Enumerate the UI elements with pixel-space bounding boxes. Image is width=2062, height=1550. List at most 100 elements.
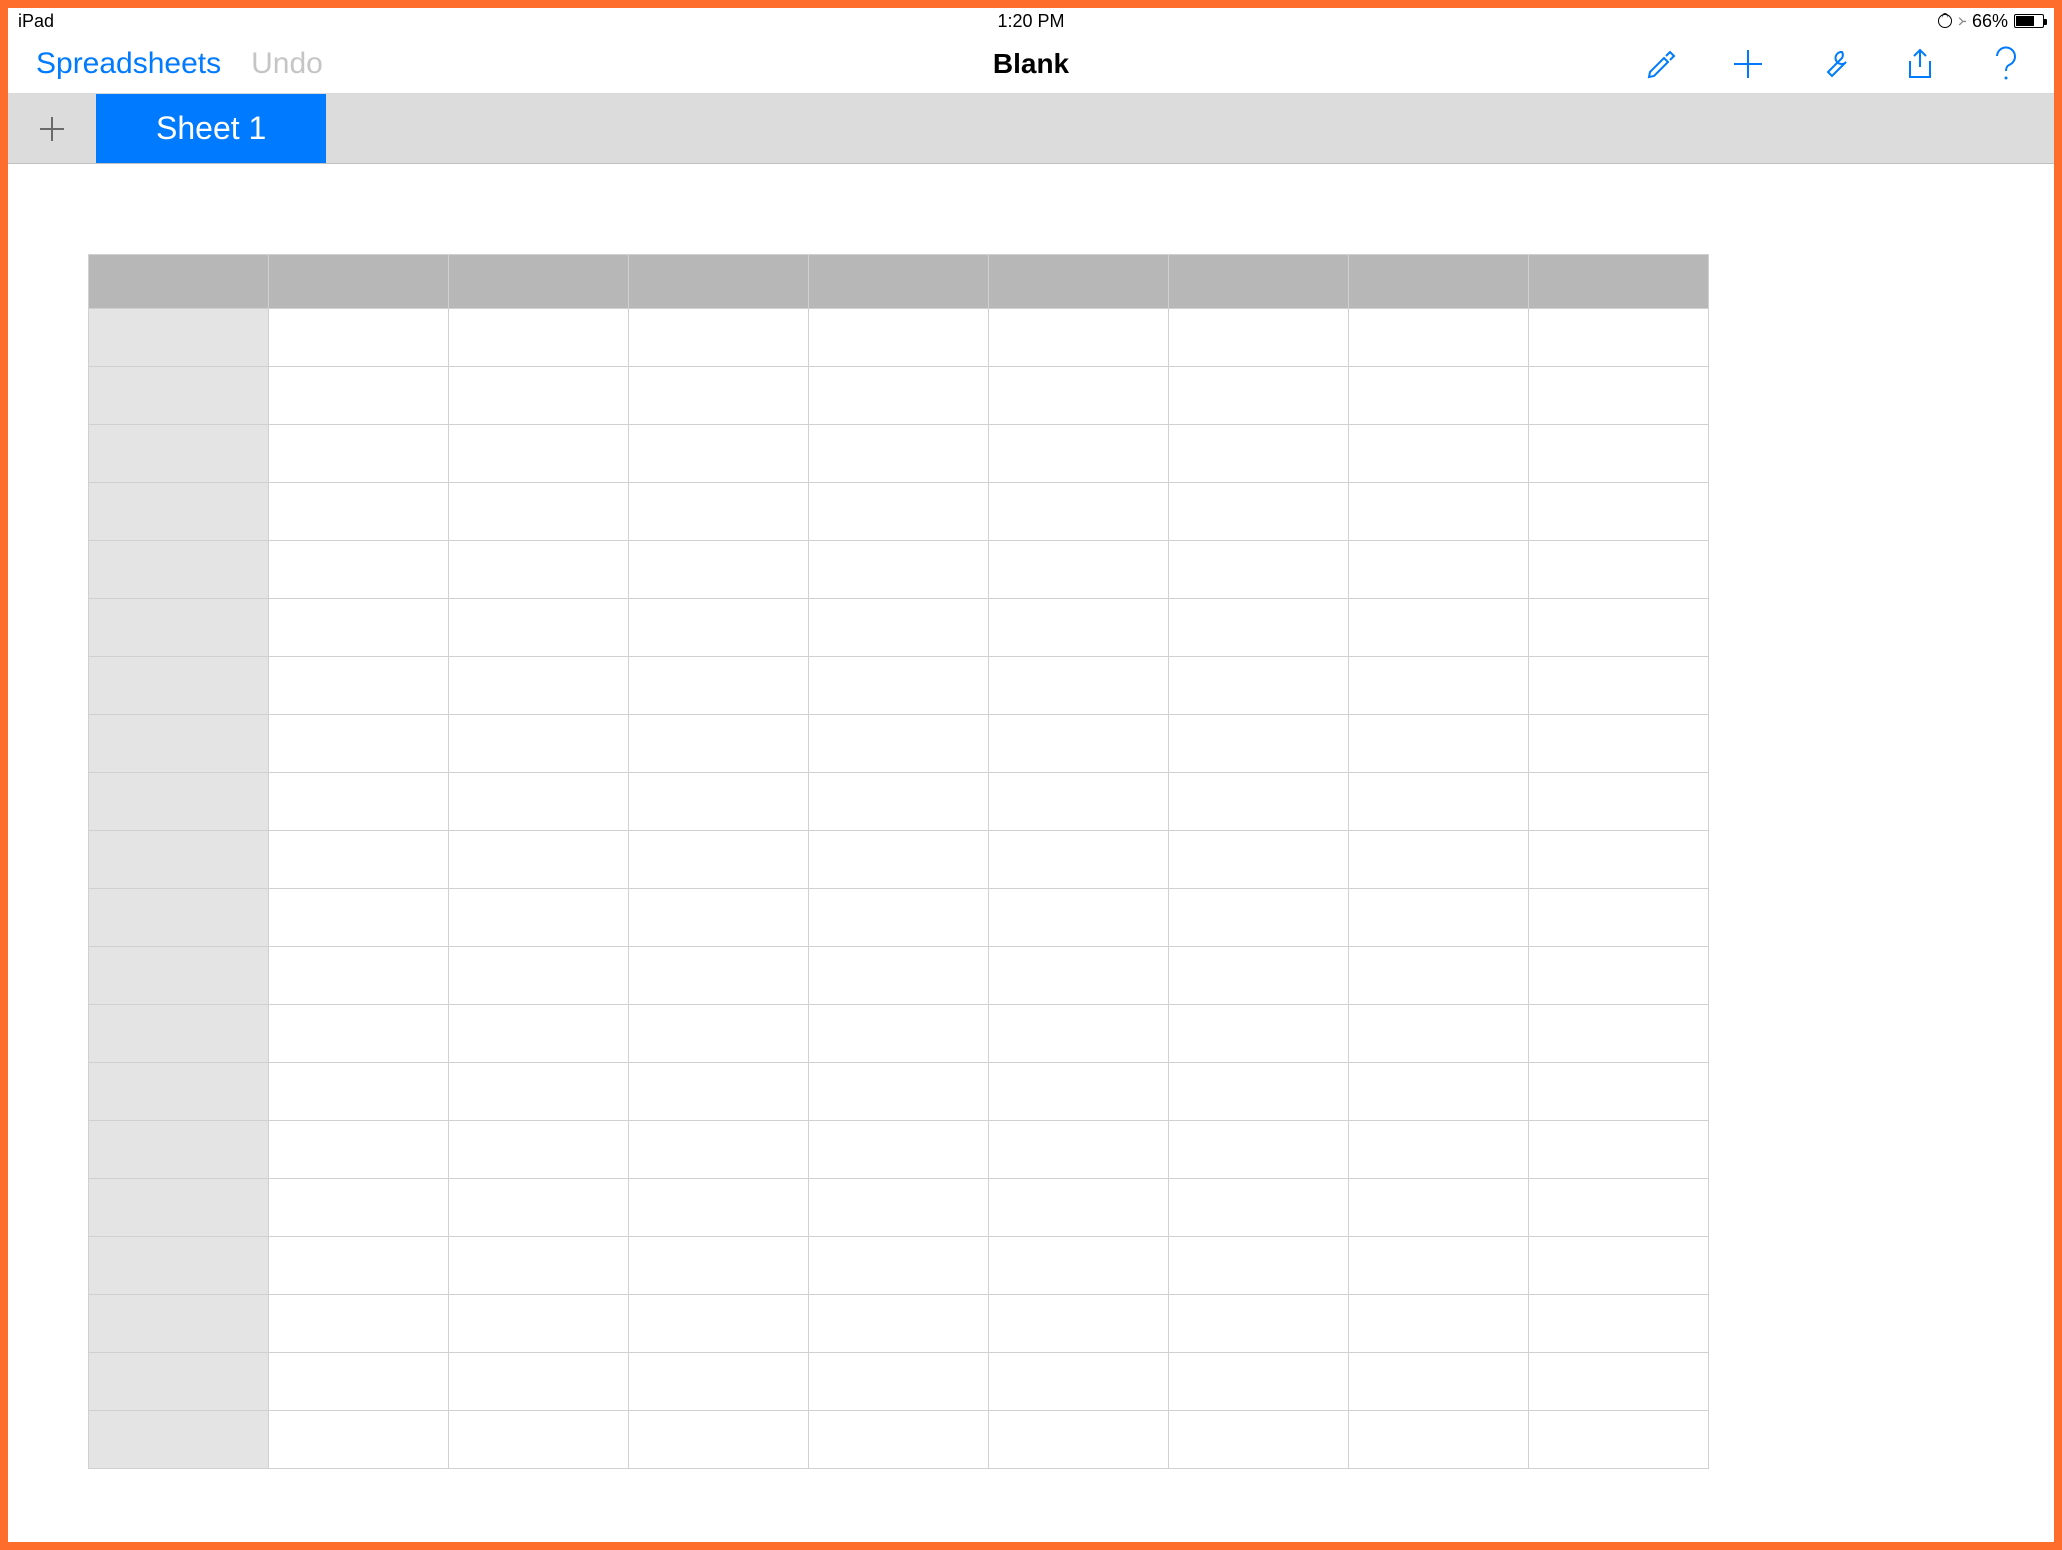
cell[interactable]: [809, 1005, 989, 1063]
cell[interactable]: [989, 889, 1169, 947]
cell[interactable]: [449, 657, 629, 715]
cell[interactable]: [629, 1121, 809, 1179]
cell[interactable]: [1349, 483, 1529, 541]
cell[interactable]: [1349, 541, 1529, 599]
cell[interactable]: [809, 773, 989, 831]
cell[interactable]: [1169, 947, 1349, 1005]
row-header[interactable]: [89, 1005, 269, 1063]
column-header[interactable]: [989, 255, 1169, 309]
cell[interactable]: [1529, 947, 1709, 1005]
cell[interactable]: [269, 773, 449, 831]
cell[interactable]: [629, 1005, 809, 1063]
spreadsheet-grid[interactable]: [88, 254, 1709, 1469]
cell[interactable]: [809, 1063, 989, 1121]
cell[interactable]: [1529, 1295, 1709, 1353]
cell[interactable]: [809, 1411, 989, 1469]
cell[interactable]: [989, 947, 1169, 1005]
cell[interactable]: [1349, 773, 1529, 831]
cell[interactable]: [449, 1121, 629, 1179]
cell[interactable]: [989, 657, 1169, 715]
cell[interactable]: [1169, 1411, 1349, 1469]
cell[interactable]: [809, 541, 989, 599]
cell[interactable]: [629, 483, 809, 541]
cell[interactable]: [629, 541, 809, 599]
cell[interactable]: [989, 1237, 1169, 1295]
cell[interactable]: [1529, 773, 1709, 831]
add-sheet-button[interactable]: [8, 94, 96, 163]
cell[interactable]: [1169, 1005, 1349, 1063]
cell[interactable]: [989, 1179, 1169, 1237]
tools-button[interactable]: [1814, 44, 1854, 84]
cell[interactable]: [1349, 889, 1529, 947]
cell[interactable]: [809, 657, 989, 715]
cell[interactable]: [629, 831, 809, 889]
cell[interactable]: [269, 889, 449, 947]
row-header[interactable]: [89, 1063, 269, 1121]
cell[interactable]: [629, 773, 809, 831]
row-header[interactable]: [89, 541, 269, 599]
cell[interactable]: [1529, 1237, 1709, 1295]
cell[interactable]: [1349, 309, 1529, 367]
cell[interactable]: [989, 1063, 1169, 1121]
cell[interactable]: [989, 1121, 1169, 1179]
help-button[interactable]: [1986, 44, 2026, 84]
cell[interactable]: [449, 367, 629, 425]
cell[interactable]: [1169, 1179, 1349, 1237]
cell[interactable]: [809, 599, 989, 657]
cell[interactable]: [449, 889, 629, 947]
cell[interactable]: [1349, 1237, 1529, 1295]
spreadsheet-canvas[interactable]: [8, 164, 2054, 1542]
cell[interactable]: [1349, 1411, 1529, 1469]
cell[interactable]: [989, 715, 1169, 773]
row-header[interactable]: [89, 367, 269, 425]
cell[interactable]: [809, 947, 989, 1005]
cell[interactable]: [1529, 1179, 1709, 1237]
cell[interactable]: [269, 483, 449, 541]
cell[interactable]: [809, 715, 989, 773]
cell[interactable]: [629, 1179, 809, 1237]
cell[interactable]: [449, 483, 629, 541]
row-header[interactable]: [89, 1121, 269, 1179]
cell[interactable]: [1169, 309, 1349, 367]
column-header[interactable]: [1169, 255, 1349, 309]
add-button[interactable]: [1728, 44, 1768, 84]
row-header[interactable]: [89, 309, 269, 367]
cell[interactable]: [629, 599, 809, 657]
column-header[interactable]: [809, 255, 989, 309]
cell[interactable]: [1529, 1005, 1709, 1063]
cell[interactable]: [629, 889, 809, 947]
cell[interactable]: [1349, 1353, 1529, 1411]
cell[interactable]: [449, 1005, 629, 1063]
column-header[interactable]: [449, 255, 629, 309]
cell[interactable]: [449, 1295, 629, 1353]
cell[interactable]: [1169, 715, 1349, 773]
cell[interactable]: [269, 831, 449, 889]
cell[interactable]: [629, 425, 809, 483]
cell[interactable]: [269, 1063, 449, 1121]
cell[interactable]: [1349, 367, 1529, 425]
cell[interactable]: [269, 1411, 449, 1469]
cell[interactable]: [1529, 367, 1709, 425]
cell[interactable]: [1349, 1295, 1529, 1353]
row-header[interactable]: [89, 773, 269, 831]
cell[interactable]: [1349, 831, 1529, 889]
cell[interactable]: [449, 1353, 629, 1411]
cell[interactable]: [1169, 1063, 1349, 1121]
cell[interactable]: [809, 367, 989, 425]
cell[interactable]: [989, 541, 1169, 599]
share-button[interactable]: [1900, 44, 1940, 84]
cell[interactable]: [1169, 889, 1349, 947]
cell[interactable]: [449, 1179, 629, 1237]
cell[interactable]: [1529, 599, 1709, 657]
back-button[interactable]: Spreadsheets: [36, 47, 221, 81]
cell[interactable]: [1529, 715, 1709, 773]
cell[interactable]: [1169, 831, 1349, 889]
cell[interactable]: [629, 309, 809, 367]
row-header[interactable]: [89, 1295, 269, 1353]
cell[interactable]: [809, 1121, 989, 1179]
cell[interactable]: [989, 831, 1169, 889]
cell[interactable]: [269, 1179, 449, 1237]
cell[interactable]: [269, 1237, 449, 1295]
cell[interactable]: [989, 425, 1169, 483]
cell[interactable]: [1349, 715, 1529, 773]
